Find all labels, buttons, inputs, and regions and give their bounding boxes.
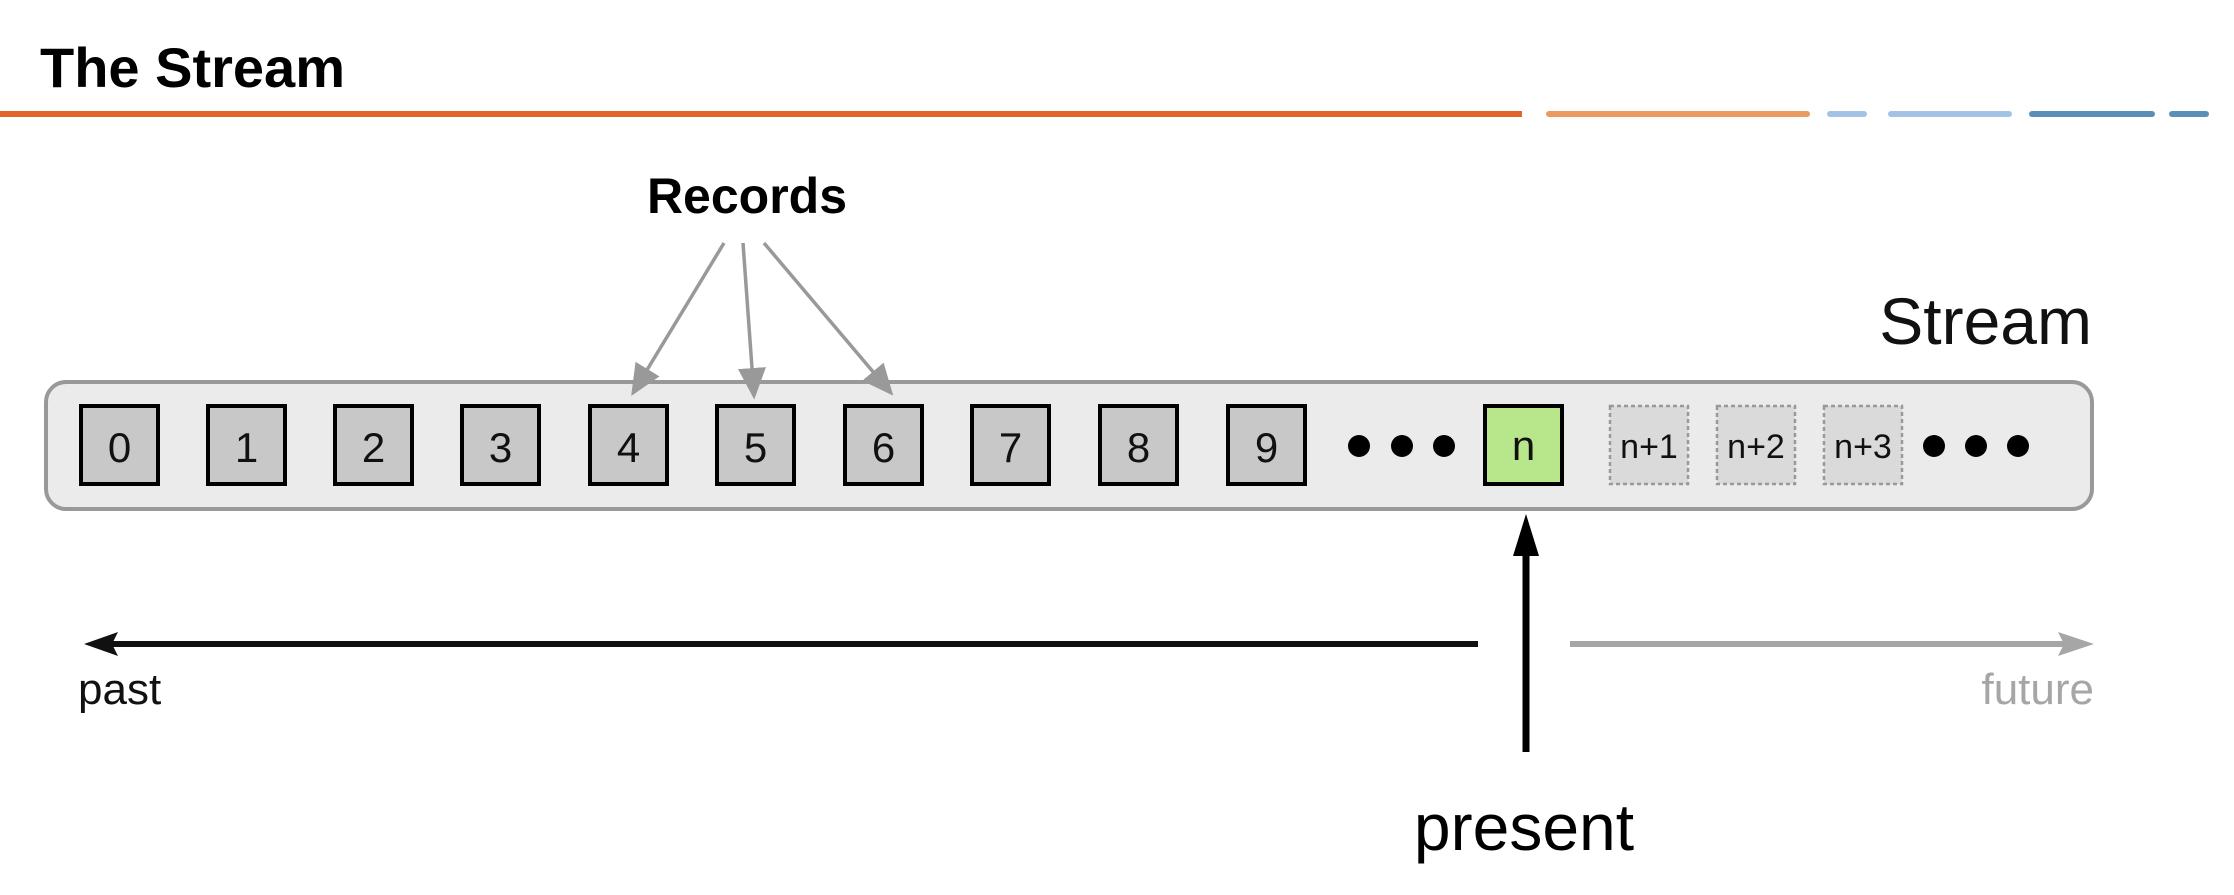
- record-item: 3: [460, 404, 541, 486]
- header-rule-segment: [2169, 111, 2209, 117]
- ellipsis-dot: [1965, 435, 1987, 457]
- current-record-label: n: [1512, 422, 1535, 469]
- record-pointer-arrows: [631, 241, 894, 400]
- record-label: 3: [489, 424, 512, 471]
- record-label: 8: [1127, 424, 1150, 471]
- record-item: 4: [588, 404, 669, 486]
- stream-label: Stream: [1879, 284, 2092, 358]
- future-arrow: [1570, 632, 2094, 656]
- header-rule-segment: [1827, 111, 1867, 117]
- slide-title: The Stream: [40, 36, 345, 99]
- past-arrow: [84, 632, 1478, 656]
- header-rule-segment: [1546, 111, 1810, 117]
- record-pointer-arrow: [631, 242, 726, 396]
- future-record-label: n+2: [1727, 428, 1785, 466]
- future-record-label: n+1: [1620, 428, 1678, 466]
- future-record-item: n+1: [1608, 404, 1690, 486]
- ellipsis-dot: [1923, 435, 1945, 457]
- record-label: 0: [108, 424, 131, 471]
- header-rule-segment: [0, 111, 1522, 117]
- record-label: 5: [744, 424, 767, 471]
- future-record-item: n+2: [1715, 404, 1797, 486]
- future-records-group: n+1 n+2 n+3: [1608, 404, 1904, 486]
- record-item: 2: [333, 404, 414, 486]
- ellipsis-future: [1923, 435, 2029, 457]
- header-rule: [0, 111, 2209, 117]
- ellipsis-dot: [1348, 435, 1370, 457]
- header-rule-segment: [1888, 111, 2012, 117]
- record-item: 7: [970, 404, 1051, 486]
- ellipsis-dot: [2007, 435, 2029, 457]
- future-record-item: n+3: [1822, 404, 1904, 486]
- record-item: 9: [1226, 404, 1307, 486]
- future-record-label: n+3: [1834, 428, 1892, 466]
- records-label: Records: [647, 168, 847, 224]
- record-item: 0: [79, 404, 160, 486]
- record-item: 1: [206, 404, 287, 486]
- stream-diagram: The Stream Records Stream 0 1 2 3 4 5 6 7 8 9 n n…: [0, 36, 2209, 864]
- record-pointer-arrow: [738, 242, 766, 400]
- record-item: 8: [1098, 404, 1179, 486]
- ellipsis-dot: [1391, 435, 1413, 457]
- record-label: 2: [362, 424, 385, 471]
- ellipsis-dot: [1433, 435, 1455, 457]
- present-arrow: [1513, 514, 1539, 752]
- ellipsis-past: [1348, 435, 1455, 457]
- record-pointer-arrow: [762, 241, 894, 396]
- record-label: 1: [235, 424, 258, 471]
- record-label: 4: [617, 424, 640, 471]
- record-label: 7: [999, 424, 1022, 471]
- current-record: n: [1483, 404, 1564, 486]
- header-rule-segment: [2029, 111, 2155, 117]
- record-label: 9: [1255, 424, 1278, 471]
- past-label: past: [78, 665, 161, 714]
- record-label: 6: [872, 424, 895, 471]
- record-item: 6: [843, 404, 924, 486]
- record-item: 5: [715, 404, 796, 486]
- future-label: future: [1981, 665, 2094, 714]
- present-label: present: [1414, 790, 1634, 864]
- present-arrowhead-icon: [1513, 514, 1539, 556]
